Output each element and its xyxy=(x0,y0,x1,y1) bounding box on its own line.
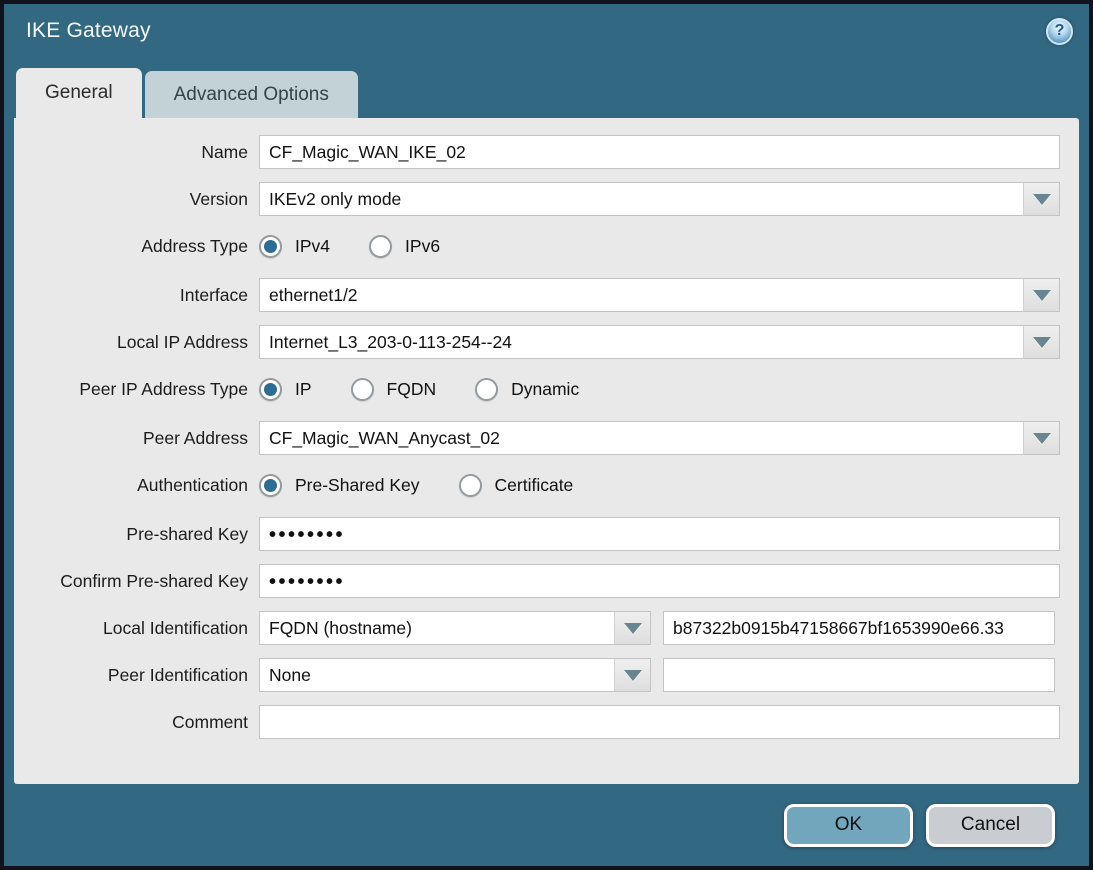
radio-ipv4[interactable]: IPv4 xyxy=(259,235,330,258)
peer-address-value[interactable]: CF_Magic_WAN_Anycast_02 xyxy=(259,421,1024,455)
question-mark-glyph: ? xyxy=(1055,22,1065,40)
version-row: Version IKEv2 only mode xyxy=(14,182,1079,216)
help-icon[interactable]: ? xyxy=(1046,18,1073,45)
address-type-label: Address Type xyxy=(14,236,259,257)
radio-unselected-icon[interactable] xyxy=(459,474,482,497)
peer-identification-label: Peer Identification xyxy=(14,665,259,686)
local-ip-dropdown[interactable]: Internet_L3_203-0-113-254--24 xyxy=(259,325,1060,359)
preshared-key-label: Pre-shared Key xyxy=(14,524,259,545)
interface-row: Interface ethernet1/2 xyxy=(14,278,1079,312)
radio-selected-icon[interactable] xyxy=(259,474,282,497)
tab-advanced-options[interactable]: Advanced Options xyxy=(145,71,358,118)
peer-identification-input[interactable] xyxy=(663,658,1055,692)
chevron-down-icon xyxy=(1033,290,1051,301)
interface-label: Interface xyxy=(14,285,259,306)
radio-pre-shared-key[interactable]: Pre-Shared Key xyxy=(259,474,420,497)
local-identification-row: Local Identification FQDN (hostname) b87… xyxy=(14,611,1079,645)
local-ip-label: Local IP Address xyxy=(14,332,259,353)
version-label: Version xyxy=(14,189,259,210)
peer-identification-row: Peer Identification None xyxy=(14,658,1079,692)
authentication-label: Authentication xyxy=(14,475,259,496)
radio-unselected-icon[interactable] xyxy=(351,378,374,401)
chevron-down-icon xyxy=(624,623,642,634)
titlebar: IKE Gateway ? xyxy=(4,4,1089,58)
dialog-title: IKE Gateway xyxy=(26,19,151,43)
peer-ip-type-label: Peer IP Address Type xyxy=(14,379,259,400)
comment-input[interactable] xyxy=(259,705,1060,739)
radio-fqdn-label: FQDN xyxy=(387,379,437,400)
cancel-button[interactable]: Cancel xyxy=(926,804,1055,847)
radio-psk-label: Pre-Shared Key xyxy=(295,475,420,496)
general-tab-panel: Name CF_Magic_WAN_IKE_02 Version IKEv2 o… xyxy=(14,118,1079,784)
name-input[interactable]: CF_Magic_WAN_IKE_02 xyxy=(259,135,1060,169)
local-ip-row: Local IP Address Internet_L3_203-0-113-2… xyxy=(14,325,1079,359)
ike-gateway-dialog: IKE Gateway ? General Advanced Options N… xyxy=(0,0,1093,870)
radio-ipv4-label: IPv4 xyxy=(295,236,330,257)
peer-identification-type-value[interactable]: None xyxy=(259,658,615,692)
version-dropdown-button[interactable] xyxy=(1024,182,1060,216)
peer-address-dropdown-button[interactable] xyxy=(1024,421,1060,455)
address-type-options: IPv4 IPv6 xyxy=(259,235,440,258)
confirm-preshared-key-input[interactable]: •••••••• xyxy=(259,564,1060,598)
name-label: Name xyxy=(14,142,259,163)
local-identification-label: Local Identification xyxy=(14,618,259,639)
interface-value[interactable]: ethernet1/2 xyxy=(259,278,1024,312)
name-row: Name CF_Magic_WAN_IKE_02 xyxy=(14,135,1079,169)
radio-selected-icon[interactable] xyxy=(259,378,282,401)
interface-dropdown-button[interactable] xyxy=(1024,278,1060,312)
radio-ipv6-label: IPv6 xyxy=(405,236,440,257)
peer-identification-dropdown-button[interactable] xyxy=(615,658,651,692)
authentication-row: Authentication Pre-Shared Key Certificat… xyxy=(14,468,1079,502)
radio-ipv6[interactable]: IPv6 xyxy=(369,235,440,258)
local-identification-dropdown-button[interactable] xyxy=(615,611,651,645)
comment-row: Comment xyxy=(14,705,1079,739)
radio-dynamic[interactable]: Dynamic xyxy=(475,378,579,401)
peer-address-row: Peer Address CF_Magic_WAN_Anycast_02 xyxy=(14,421,1079,455)
local-identification-type-dropdown[interactable]: FQDN (hostname) xyxy=(259,611,651,645)
interface-dropdown[interactable]: ethernet1/2 xyxy=(259,278,1060,312)
radio-certificate-label: Certificate xyxy=(495,475,574,496)
local-ip-value[interactable]: Internet_L3_203-0-113-254--24 xyxy=(259,325,1024,359)
comment-label: Comment xyxy=(14,712,259,733)
tab-bar: General Advanced Options xyxy=(4,68,1089,118)
authentication-options: Pre-Shared Key Certificate xyxy=(259,474,573,497)
ok-button[interactable]: OK xyxy=(784,804,913,847)
peer-address-label: Peer Address xyxy=(14,428,259,449)
radio-ip[interactable]: IP xyxy=(259,378,312,401)
confirm-preshared-key-row: Confirm Pre-shared Key •••••••• xyxy=(14,564,1079,598)
peer-ip-type-options: IP FQDN Dynamic xyxy=(259,378,579,401)
radio-unselected-icon[interactable] xyxy=(475,378,498,401)
version-dropdown[interactable]: IKEv2 only mode xyxy=(259,182,1060,216)
radio-fqdn[interactable]: FQDN xyxy=(351,378,437,401)
local-ip-dropdown-button[interactable] xyxy=(1024,325,1060,359)
radio-certificate[interactable]: Certificate xyxy=(459,474,574,497)
confirm-preshared-key-label: Confirm Pre-shared Key xyxy=(14,571,259,592)
chevron-down-icon xyxy=(1033,433,1051,444)
chevron-down-icon xyxy=(1033,194,1051,205)
peer-address-dropdown[interactable]: CF_Magic_WAN_Anycast_02 xyxy=(259,421,1060,455)
preshared-key-input[interactable]: •••••••• xyxy=(259,517,1060,551)
address-type-row: Address Type IPv4 IPv6 xyxy=(14,229,1079,263)
version-value[interactable]: IKEv2 only mode xyxy=(259,182,1024,216)
radio-ip-label: IP xyxy=(295,379,312,400)
dialog-footer: OK Cancel xyxy=(4,784,1089,866)
radio-unselected-icon[interactable] xyxy=(369,235,392,258)
local-identification-input[interactable]: b87322b0915b47158667bf1653990e66.33 xyxy=(663,611,1055,645)
peer-identification-type-dropdown[interactable]: None xyxy=(259,658,651,692)
peer-ip-type-row: Peer IP Address Type IP FQDN Dynamic xyxy=(14,372,1079,406)
preshared-key-row: Pre-shared Key •••••••• xyxy=(14,517,1079,551)
chevron-down-icon xyxy=(624,670,642,681)
radio-dynamic-label: Dynamic xyxy=(511,379,579,400)
tab-general[interactable]: General xyxy=(16,68,142,118)
radio-selected-icon[interactable] xyxy=(259,235,282,258)
chevron-down-icon xyxy=(1033,337,1051,348)
local-identification-type-value[interactable]: FQDN (hostname) xyxy=(259,611,615,645)
